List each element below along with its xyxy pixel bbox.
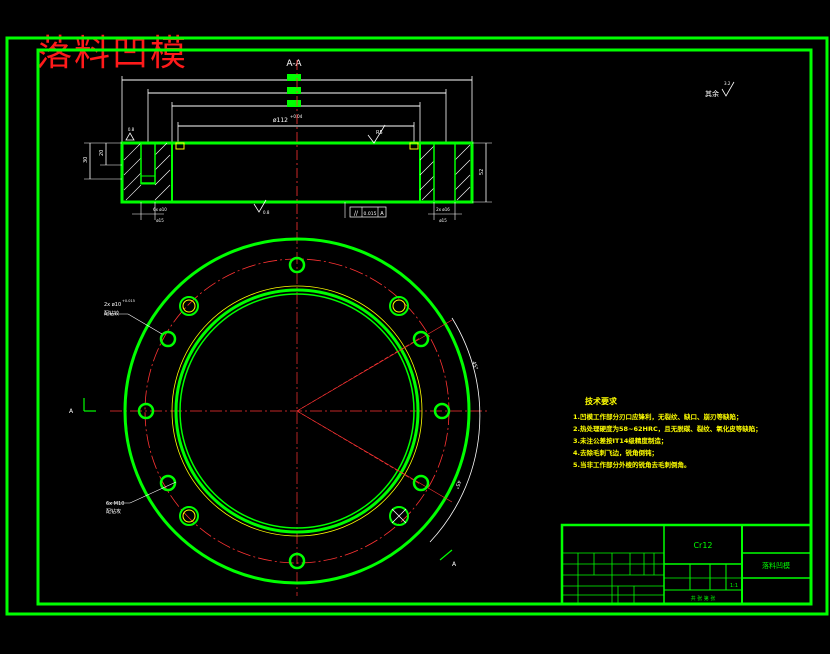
dim-bottom-left: ø15 xyxy=(156,218,164,223)
dim-inner-dia: ø112 xyxy=(273,117,288,124)
outer-border xyxy=(5,36,829,616)
section-view: A-A ø112 +0.04 30 20 52 6x ø10 ø15 2x ø1… xyxy=(83,59,492,230)
section-label: A-A xyxy=(286,59,302,69)
tol-datum: A xyxy=(380,211,384,217)
dim-angle-1: 45° xyxy=(470,361,479,372)
finish-bottom: 0.8 xyxy=(263,210,270,215)
dim-hole-right: 2x ø16 xyxy=(436,207,450,212)
cad-drawing: A-A ø112 +0.04 30 20 52 6x ø10 ø15 2x ø1… xyxy=(5,36,829,616)
dim-bottom-right: ø15 xyxy=(439,218,447,223)
hole-callout-size: 2x ø10 xyxy=(104,302,121,308)
hole-callout-note: 配钻铰 xyxy=(104,310,119,317)
tech-requirements: 技术要求 1.凹模工作部分刃口应锋利，无裂纹、缺口、崩刃等缺陷； 2.热处理硬度… xyxy=(573,396,762,469)
bolt-holes xyxy=(137,256,451,570)
tech-req-item: 1.凹模工作部分刃口应锋利，无裂纹、缺口、崩刃等缺陷； xyxy=(573,412,743,421)
title-part-name: 落料凹模 xyxy=(762,561,790,570)
plan-view: 2x ø10 +0.015 配钻铰 6x M10 配钻攻 45° 45° A A xyxy=(69,232,490,596)
finish-general: 3.2 xyxy=(724,81,731,86)
dim-hole-left: 6x ø10 xyxy=(153,207,167,212)
title-scale: 1:1 xyxy=(730,583,738,589)
hole-m10 xyxy=(412,474,430,492)
title-sheet: 共 张 第 张 xyxy=(691,595,716,602)
dim-fit: +0.04 xyxy=(290,114,303,119)
section-marker-left: A xyxy=(69,408,74,415)
tech-req-item: 4.去除毛刺飞边，锐角倒钝； xyxy=(573,448,658,457)
dim-chamfer: R5 xyxy=(376,130,383,136)
hole-callout-note: 配钻攻 xyxy=(106,508,121,515)
inner-border xyxy=(36,48,813,606)
title-material: Cr12 xyxy=(693,541,712,550)
dim-height-right: 52 xyxy=(479,169,485,175)
hole-m10 xyxy=(412,330,430,348)
hole-callout-size: 6x M10 xyxy=(106,501,124,507)
dim-height-left-1: 30 xyxy=(83,157,89,163)
tech-req-item: 5.当非工作部分外棱的锐角去毛刺倒角。 xyxy=(573,460,691,469)
tol-symbol: // xyxy=(354,210,359,217)
hole-callout-fit: +0.015 xyxy=(122,299,135,303)
finish-top-left: 0.8 xyxy=(128,127,135,132)
tol-value: 0.015 xyxy=(364,211,377,217)
tech-req-item: 2.热处理硬度为58~62HRC，且无脱碳、裂纹、氧化皮等缺陷； xyxy=(573,424,762,433)
section-marker-right: A xyxy=(452,561,457,568)
dim-height-left-2: 20 xyxy=(99,150,105,156)
tech-req-item: 3.未注公差按IT14级精度制造； xyxy=(573,436,667,445)
finish-note-label: 其余 xyxy=(705,89,719,98)
tech-req-title: 技术要求 xyxy=(585,396,618,406)
